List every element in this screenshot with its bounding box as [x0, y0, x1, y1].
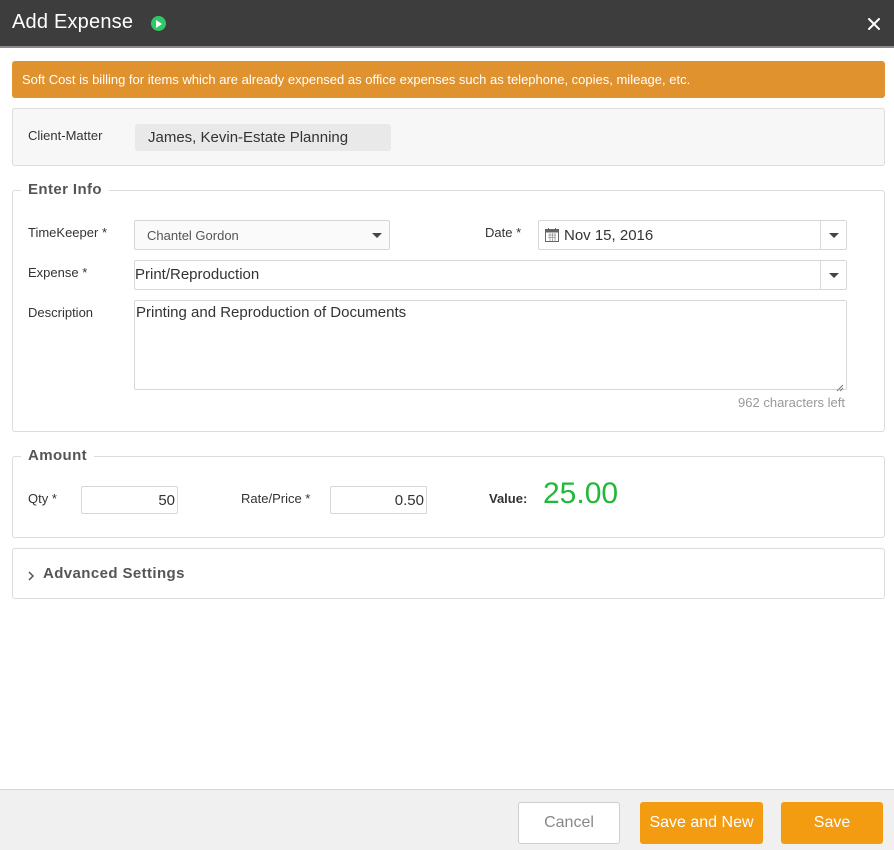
qty-label: Qty * — [28, 491, 57, 506]
amount-legend: Amount — [21, 447, 95, 464]
timekeeper-value: Chantel Gordon — [147, 228, 239, 243]
expense-select[interactable]: Print/Reproduction — [134, 260, 847, 290]
chevron-right-icon — [27, 568, 35, 581]
dialog-titlebar: Add Expense — [0, 0, 894, 48]
resize-handle-icon[interactable] — [836, 379, 844, 392]
advanced-settings-label: Advanced Settings — [43, 565, 185, 582]
date-value: Nov 15, 2016 — [564, 227, 654, 244]
save-button[interactable]: Save — [781, 802, 883, 844]
expense-label: Expense * — [28, 265, 88, 280]
value-amount: 25.00 — [543, 477, 619, 510]
description-textarea[interactable]: Printing and Reproduction of Documents — [134, 300, 847, 392]
description-value: Printing and Reproduction of Documents — [136, 304, 407, 321]
rate-input[interactable]: 0.50 — [330, 486, 427, 514]
enter-info-legend: Enter Info — [21, 181, 109, 198]
expense-value: Print/Reproduction — [135, 266, 260, 283]
qty-input[interactable]: 50 — [81, 486, 178, 514]
play-circle-icon[interactable] — [151, 16, 166, 31]
close-icon[interactable] — [864, 14, 884, 34]
save-and-new-button[interactable]: Save and New — [640, 802, 763, 844]
client-matter-value: James, Kevin-Estate Planning — [135, 124, 391, 151]
expense-dropdown-toggle[interactable] — [820, 261, 846, 289]
client-matter-label: Client-Matter — [28, 128, 103, 143]
date-label: Date * — [485, 225, 522, 240]
timekeeper-label: TimeKeeper * — [28, 225, 107, 240]
chars-left-counter: 962 characters left — [738, 395, 845, 410]
chevron-down-icon — [829, 273, 839, 278]
date-picker[interactable]: Nov 15, 2016 — [538, 220, 847, 250]
chevron-down-icon — [829, 233, 839, 238]
date-dropdown-toggle[interactable] — [820, 221, 846, 249]
calendar-icon[interactable] — [545, 228, 559, 242]
timekeeper-select[interactable]: Chantel Gordon — [134, 220, 390, 250]
soft-cost-banner: Soft Cost is billing for items which are… — [12, 61, 885, 98]
cancel-button[interactable]: Cancel — [518, 802, 620, 844]
enter-info-section: Enter Info TimeKeeper * Chantel Gordon D… — [12, 181, 885, 432]
dialog-footer: Cancel Save and New Save — [0, 789, 894, 850]
amount-section: Amount Qty * 50 Rate/Price * 0.50 Value:… — [12, 447, 885, 538]
chevron-down-icon — [372, 233, 382, 238]
description-label: Description — [28, 305, 94, 320]
dialog-title: Add Expense — [12, 11, 134, 33]
client-matter-panel: Client-Matter James, Kevin-Estate Planni… — [12, 108, 885, 166]
advanced-settings-toggle[interactable]: Advanced Settings — [12, 548, 885, 599]
rate-label: Rate/Price * — [241, 491, 311, 506]
value-label: Value: — [489, 491, 528, 506]
